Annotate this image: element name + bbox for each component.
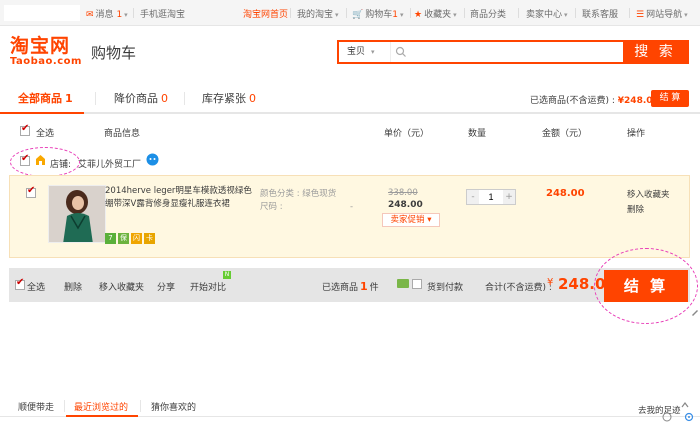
product-title-link[interactable]: 2014herve leger明星车模款透视绿色绷带深V露背修身显瘦礼服连衣裙 [105, 185, 253, 211]
seven-day-return-icon[interactable]: 7 [105, 233, 116, 244]
service-icons: 7保闪卡 [105, 233, 157, 244]
mail-icon: ✉ [86, 10, 94, 20]
pay-on-delivery-checkbox[interactable] [412, 279, 422, 289]
selected-count: 已选商品 1 件 [322, 280, 379, 293]
footprint-icon[interactable] [662, 412, 672, 422]
search-icon [395, 46, 406, 57]
move-to-favorites-link[interactable]: 移入收藏夹 [627, 188, 670, 200]
footprint-link[interactable]: 去我的足迹 [638, 404, 681, 416]
product-thumbnail[interactable] [48, 185, 106, 243]
quantity-input[interactable] [480, 190, 502, 204]
item-subtotal: 248.00 [546, 188, 585, 199]
tab-recently-viewed[interactable]: 最近浏览过的 [74, 400, 128, 413]
page-title: 购物车 [91, 44, 137, 62]
mobile-link[interactable]: 手机逛淘宝 [140, 7, 185, 20]
original-price: 338.00 [388, 188, 418, 198]
shop-label: 店铺: [50, 160, 72, 170]
search-input[interactable] [411, 44, 621, 60]
guarantee-icon[interactable]: 保 [118, 233, 129, 244]
chevron-down-icon: ▾ [335, 11, 339, 19]
tab-low-stock[interactable]: 库存紧张 0 [202, 90, 256, 106]
home-link[interactable]: 淘宝网首页 [243, 7, 288, 20]
share-link[interactable]: 分享 [157, 280, 175, 293]
star-icon: ★ [414, 10, 423, 20]
quantity-increase-button[interactable]: + [503, 190, 515, 204]
contact-link[interactable]: 联系客服 [582, 7, 618, 20]
seller-promo-dropdown[interactable]: 卖家促销 ▾ [382, 213, 440, 227]
card-pay-icon[interactable]: 卡 [144, 233, 155, 244]
shop-icon [36, 155, 45, 165]
product-image [49, 186, 105, 242]
compare-link[interactable]: 开始对比 [190, 280, 226, 293]
chevron-down-icon: ▾ [684, 11, 688, 19]
tab-take-along[interactable]: 顺便带走 [18, 400, 54, 413]
checkout-bar: 全选 删除 移入收藏夹 分享 开始对比 N 已选商品1件 货到付款 合计(不含运… [9, 268, 690, 302]
active-tab-indicator [66, 415, 138, 417]
shop-name-link[interactable]: 艾菲儿外贸工厂 [78, 157, 141, 170]
categories-link[interactable]: 商品分类 [470, 7, 506, 20]
seller-center-link[interactable]: 卖家中心 ▾ [526, 7, 568, 20]
messages-link[interactable]: ✉ 消息 1 ▾ [86, 7, 128, 20]
chevron-down-icon: ▾ [399, 11, 404, 19]
tab-guess-you-like[interactable]: 猜你喜欢的 [151, 400, 196, 413]
sitemap-link[interactable]: ☰ 网站导航 ▾ [636, 7, 688, 20]
search-category-select[interactable]: 宝贝 ▾ [339, 42, 391, 62]
footer-select-all-checkbox[interactable] [15, 277, 25, 290]
my-taobao-link[interactable]: 我的淘宝 ▾ [297, 7, 339, 20]
checkout-button-small[interactable]: 结 算 [651, 90, 689, 107]
cart-item-row: 2014herve leger明星车模款透视绿色绷带深V露背修身显瘦礼服连衣裙 … [9, 175, 690, 258]
delete-item-link[interactable]: 删除 [627, 203, 644, 215]
cart-link[interactable]: 🛒 购物车1 ▾ [352, 7, 403, 20]
cash-icon [397, 279, 409, 288]
menu-icon: ☰ [636, 10, 645, 20]
new-badge: N [223, 271, 231, 279]
chevron-down-icon: ▾ [124, 11, 128, 19]
product-properties: 颜色分类 : 绿色现货 尺码 : - [260, 189, 354, 212]
column-header: 全选 商品信息 单价（元） 数量 金额（元） 操作 [0, 123, 700, 140]
batch-move-fav-link[interactable]: 移入收藏夹 [99, 280, 144, 293]
settings-icon[interactable] [684, 412, 694, 422]
cart-icon: 🛒 [352, 10, 364, 20]
active-tab-indicator [0, 112, 84, 114]
fast-delivery-icon[interactable]: 闪 [131, 233, 142, 244]
shop-checkbox[interactable] [20, 153, 30, 166]
unit-price: 248.00 [388, 200, 423, 210]
chevron-down-icon: ▾ [453, 11, 457, 19]
tab-all-items[interactable]: 全部商品 1 [18, 90, 73, 106]
select-all-checkbox[interactable] [20, 123, 30, 136]
tab-price-drop[interactable]: 降价商品 0 [114, 90, 168, 106]
batch-delete-link[interactable]: 删除 [64, 280, 82, 293]
search-button[interactable]: 搜 索 [623, 42, 687, 62]
recommendation-tabs: 顺便带走 最近浏览过的 猜你喜欢的 [0, 396, 700, 425]
chat-icon[interactable] [146, 153, 159, 166]
item-checkbox[interactable] [26, 185, 36, 198]
top-bar: ✉ 消息 1 ▾ 手机逛淘宝 淘宝网首页 我的淘宝 ▾ 🛒 购物车1 ▾ ★ 收藏夹 ▾ 商品… [0, 0, 700, 26]
chevron-up-icon[interactable] [680, 400, 690, 410]
selected-summary: 已选商品(不含运费) : ¥248.00 [530, 96, 659, 106]
cart-tabs: 全部商品 1 降价商品 0 库存紧张 0 已选商品(不含运费) : ¥248.00 结… [0, 84, 700, 114]
taobao-logo[interactable]: 淘宝网 Taobao.com [10, 36, 86, 68]
chevron-down-icon: ▾ [427, 215, 432, 225]
chevron-down-icon: ▾ [371, 48, 375, 56]
quantity-decrease-button[interactable]: - [467, 190, 479, 204]
chevron-down-icon: ▾ [564, 11, 568, 19]
pencil-icon[interactable] [690, 307, 700, 317]
quantity-stepper: - + [466, 189, 516, 205]
search-bar: 宝贝 ▾ 搜 索 [337, 40, 689, 64]
favorites-link[interactable]: ★ 收藏夹 ▾ [414, 7, 457, 20]
annotation-circle [594, 248, 698, 324]
login-area [4, 5, 80, 21]
